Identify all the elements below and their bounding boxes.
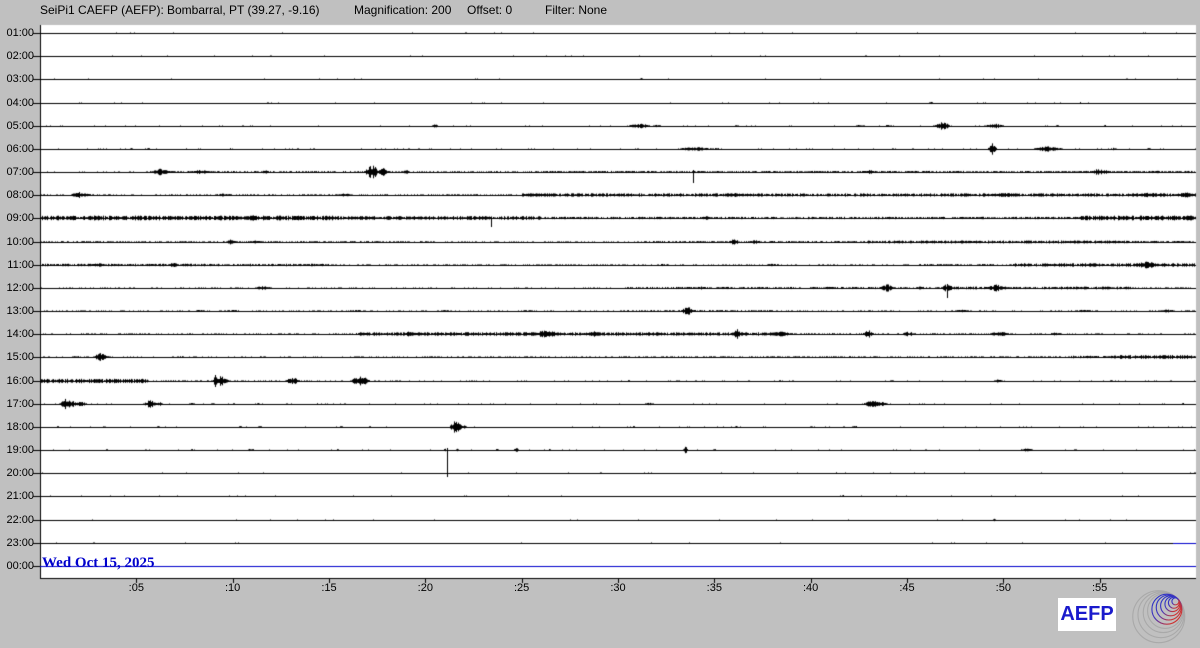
hour-label: 01:00 [6, 27, 34, 39]
hour-label: 07:00 [6, 166, 34, 179]
hour-label: 10:00 [6, 235, 34, 248]
hour-label: 08:00 [6, 189, 34, 202]
hour-label: 04:00 [6, 96, 34, 109]
hour-label: 21:00 [6, 490, 34, 503]
minute-label: :30 [610, 582, 626, 594]
seismogram-plot[interactable] [0, 0, 1200, 648]
minute-label: :35 [706, 582, 722, 594]
hour-label: 19:00 [6, 444, 34, 457]
hour-label: 03:00 [6, 73, 34, 86]
hour-label: 02:00 [6, 50, 34, 63]
hour-label: 15:00 [6, 351, 34, 364]
spiral-logo-icon [1132, 590, 1186, 644]
date-label: Wed Oct 15, 2025 [42, 555, 155, 571]
hour-label: 00:00 [6, 559, 34, 572]
minute-label: :25 [514, 582, 530, 594]
offset-label: Offset: 0 [467, 3, 513, 17]
hour-label: 12:00 [6, 281, 34, 294]
hour-label: 18:00 [6, 420, 34, 433]
hour-label: 09:00 [6, 212, 34, 225]
location-label: Bombarral, PT (39.27, -9.16) [167, 3, 320, 17]
magnification-label: Magnification: 200 [354, 3, 452, 17]
minute-label: :55 [1092, 582, 1108, 594]
hour-label: 11:00 [7, 258, 34, 271]
minute-label: :15 [321, 582, 337, 594]
hour-label: 14:00 [6, 328, 34, 341]
hour-label: 20:00 [6, 467, 34, 480]
minute-label: :40 [803, 582, 819, 594]
hour-label: 13:00 [6, 305, 34, 318]
filter-label: Filter: None [545, 3, 608, 17]
minute-label: :05 [128, 582, 144, 594]
hour-label: 06:00 [6, 142, 34, 155]
aefp-logo-text: AEFP [1060, 603, 1114, 625]
hour-label: 17:00 [6, 397, 34, 410]
hour-label: 05:00 [6, 119, 34, 132]
spiral-circles [1132, 590, 1186, 644]
hour-label: 22:00 [6, 513, 34, 526]
minute-label: :50 [995, 582, 1011, 594]
minute-label: :20 [417, 582, 433, 594]
station-label: SeiPi1 CAEFP (AEFP): [40, 3, 164, 17]
minute-label: :10 [225, 582, 241, 594]
aefp-logo: AEFP [1058, 598, 1116, 631]
hour-label: 16:00 [6, 374, 34, 387]
minute-label: :45 [899, 582, 915, 594]
hour-label: 23:00 [6, 536, 34, 549]
helicorder-window: SeiPi1 CAEFP (AEFP): Bombarral, PT (39.2… [0, 0, 1200, 648]
